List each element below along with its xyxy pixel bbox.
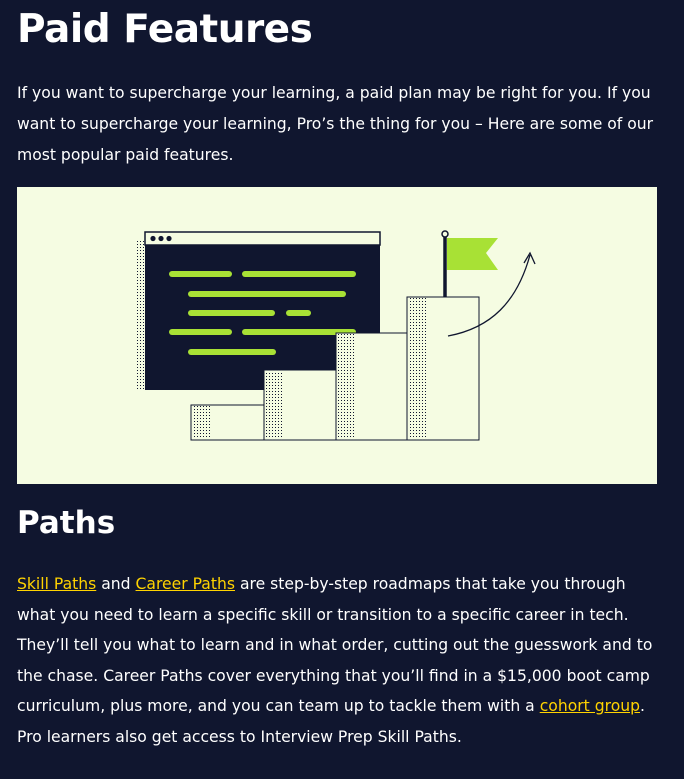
paths-text-and: and — [96, 575, 136, 593]
skill-paths-link[interactable]: Skill Paths — [17, 575, 96, 593]
intro-paragraph: If you want to supercharge your learning… — [17, 84, 654, 164]
cohort-group-link[interactable]: cohort group — [540, 697, 640, 715]
career-paths-link[interactable]: Career Paths — [136, 575, 235, 593]
code-editor-stairs-flag-illustration — [137, 230, 536, 441]
page-title: Paid Features — [17, 7, 313, 52]
paths-heading: Paths — [17, 505, 116, 541]
paths-text-body: are step-by-step roadmaps that take you … — [17, 575, 653, 715]
hero-illustration — [17, 187, 657, 484]
paths-paragraph: Skill Paths and Career Paths are step-by… — [17, 569, 657, 752]
